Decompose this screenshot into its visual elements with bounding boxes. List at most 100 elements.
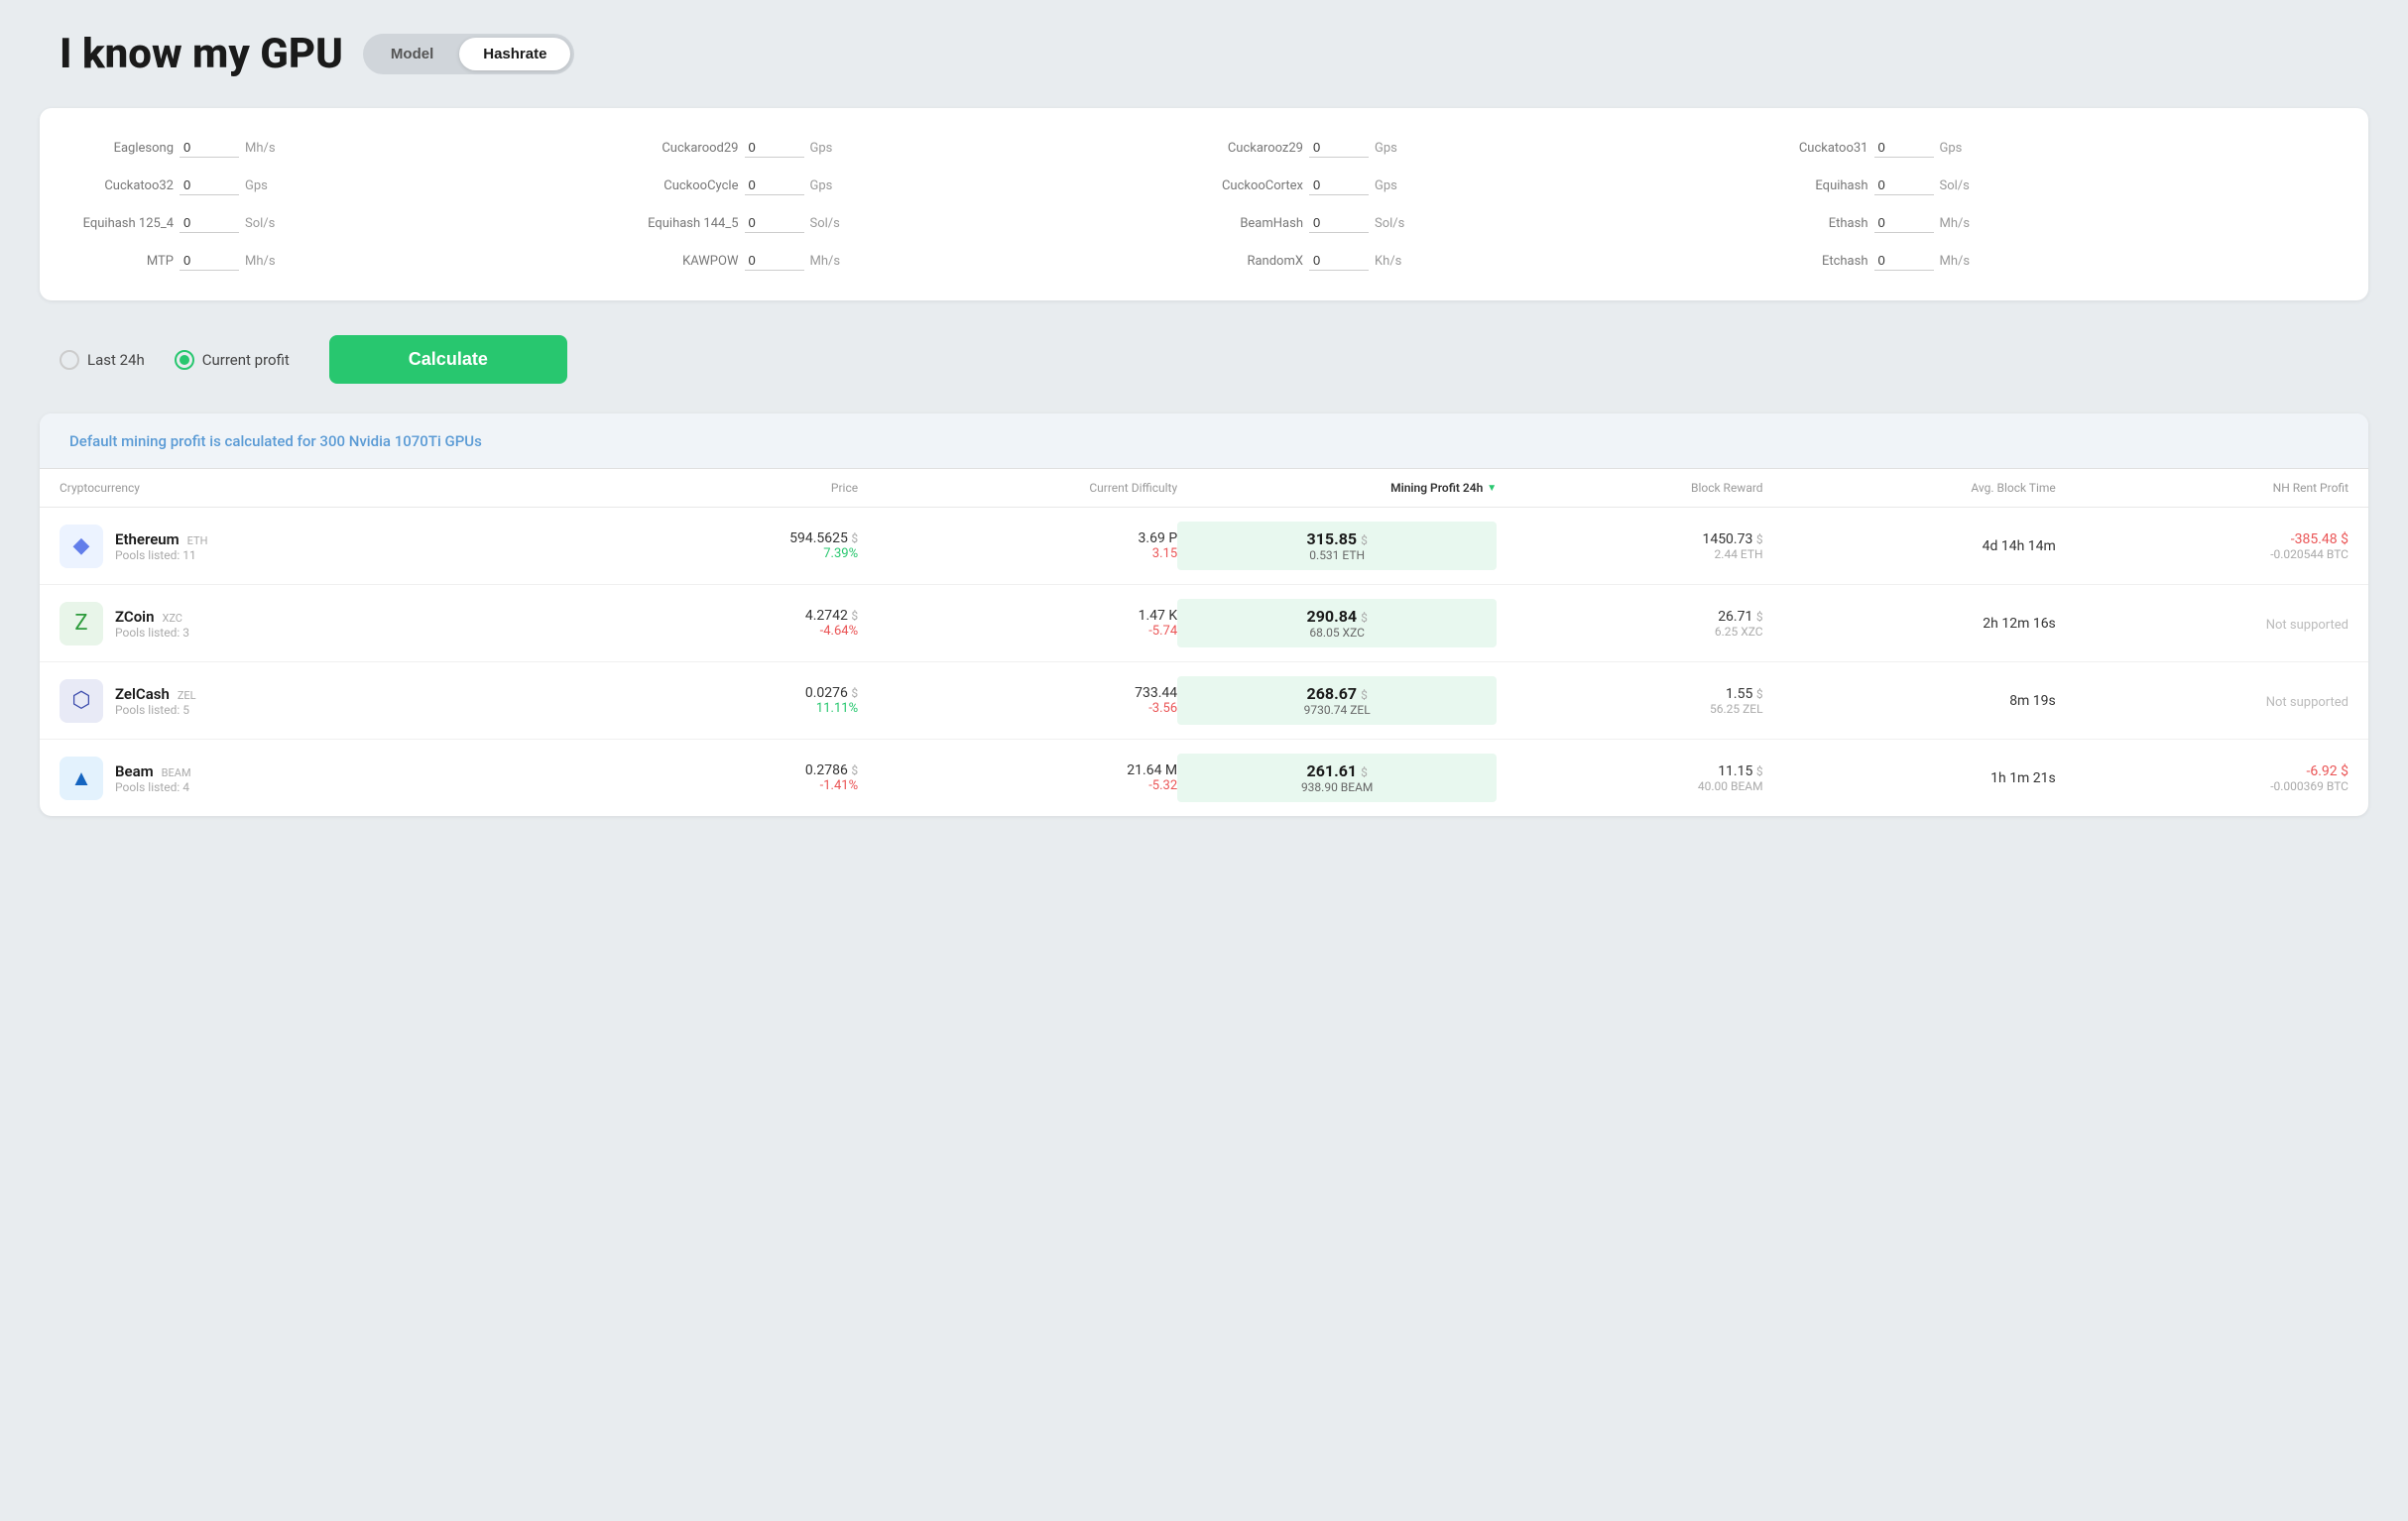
- hashrate-field-ethash: Ethash Mh/s: [1774, 213, 2330, 233]
- crypto-cell: ▲ Beam BEAM Pools listed: 4: [60, 757, 592, 800]
- hashrate-input-equihash-144_5[interactable]: [745, 213, 804, 233]
- hashrate-label: Etchash: [1774, 254, 1868, 269]
- hashrate-input-cuckoocycle[interactable]: [745, 176, 804, 195]
- results-section: Default mining profit is calculated for …: [40, 413, 2368, 816]
- crypto-pools: Pools listed: 11: [115, 548, 207, 562]
- crypto-pools: Pools listed: 4: [115, 780, 191, 794]
- hashrate-toggle-button[interactable]: Hashrate: [459, 38, 570, 70]
- hashrate-input-kawpow[interactable]: [745, 251, 804, 271]
- hashrate-input-mtp[interactable]: [180, 251, 239, 271]
- last24h-radio[interactable]: [60, 350, 79, 370]
- mining-profit-cell: 315.85 $ 0.531 ETH: [1177, 522, 1497, 570]
- hashrate-input-etchash[interactable]: [1874, 251, 1934, 271]
- not-supported-label: Not supported: [2266, 695, 2348, 710]
- current-profit-radio[interactable]: [175, 350, 194, 370]
- hashrate-unit: Sol/s: [810, 216, 840, 231]
- eth-icon: ◆: [60, 525, 103, 568]
- profit-sub: 9730.74 ZEL: [1181, 703, 1493, 717]
- table-row: ▲ Beam BEAM Pools listed: 4 0.2786 $ -1.…: [40, 740, 2368, 816]
- last24h-option[interactable]: Last 24h: [60, 350, 145, 370]
- hashrate-input-eaglesong[interactable]: [180, 138, 239, 158]
- hashrate-card: Eaglesong Mh/s Cuckarood29 Gps Cuckarooz…: [40, 108, 2368, 300]
- zelcash-icon: ⬡: [60, 679, 103, 723]
- hashrate-field-equihash-125_4: Equihash 125_4 Sol/s: [79, 213, 635, 233]
- crypto-name: ZCoin XZC: [115, 607, 189, 626]
- hashrate-field-cuckoocycle: CuckooCycle Gps: [645, 176, 1200, 195]
- block-reward-usd: 1.55 $: [1497, 686, 1762, 702]
- block-reward-cell: 1.55 $ 56.25 ZEL: [1497, 686, 1762, 716]
- hashrate-unit: Mh/s: [245, 141, 276, 156]
- nh-profit-cell: -6.92 $ -0.000369 BTC: [2056, 763, 2348, 793]
- price-change: 7.39%: [592, 546, 858, 561]
- block-reward-usd: 1450.73 $: [1497, 531, 1762, 547]
- table-row: ◆ Ethereum ETH Pools listed: 11 594.5625…: [40, 508, 2368, 585]
- col-cryptocurrency: Cryptocurrency: [60, 481, 592, 495]
- avg-block-time-cell: 4d 14h 14m: [1763, 538, 2056, 554]
- col-mining-profit[interactable]: Mining Profit 24h ▼: [1177, 481, 1497, 495]
- hashrate-input-beamhash[interactable]: [1309, 213, 1369, 233]
- hashrate-field-cuckatoo31: Cuckatoo31 Gps: [1774, 138, 2330, 158]
- nh-profit-cell: -385.48 $ -0.020544 BTC: [2056, 531, 2348, 561]
- hashrate-input-equihash[interactable]: [1874, 176, 1934, 195]
- hashrate-unit: Kh/s: [1375, 254, 1401, 269]
- price-usd: 0.2786 $: [592, 762, 858, 778]
- hashrate-unit: Sol/s: [1940, 178, 1970, 193]
- profit-main: 261.61 $: [1181, 761, 1493, 780]
- avg-block-time-cell: 2h 12m 16s: [1763, 616, 2056, 632]
- current-profit-option[interactable]: Current profit: [175, 350, 290, 370]
- hashrate-input-equihash-125_4[interactable]: [180, 213, 239, 233]
- hashrate-input-cuckarooz29[interactable]: [1309, 138, 1369, 158]
- hashrate-input-ethash[interactable]: [1874, 213, 1934, 233]
- profit-sub: 0.531 ETH: [1181, 548, 1493, 562]
- hashrate-label: KAWPOW: [645, 254, 739, 269]
- hashrate-label: Eaglesong: [79, 141, 174, 156]
- current-profit-label: Current profit: [202, 351, 290, 369]
- crypto-name: Beam BEAM: [115, 761, 191, 780]
- hashrate-unit: Gps: [810, 178, 833, 193]
- hashrate-input-cuckatoo32[interactable]: [180, 176, 239, 195]
- crypto-name: Ethereum ETH: [115, 529, 207, 548]
- hashrate-unit: Sol/s: [245, 216, 275, 231]
- price-usd: 594.5625 $: [592, 530, 858, 546]
- hashrate-input-cuckarood29[interactable]: [745, 138, 804, 158]
- price-cell: 4.2742 $ -4.64%: [592, 608, 858, 639]
- block-reward-cell: 1450.73 $ 2.44 ETH: [1497, 531, 1762, 561]
- model-toggle-button[interactable]: Model: [367, 38, 457, 70]
- nh-not-supported-cell: Not supported: [2056, 691, 2348, 710]
- price-cell: 0.0276 $ 11.11%: [592, 685, 858, 716]
- hashrate-label: MTP: [79, 254, 174, 269]
- crypto-info: ZelCash ZEL Pools listed: 5: [115, 684, 196, 717]
- price-change: 11.11%: [592, 701, 858, 716]
- hashrate-field-cuckarood29: Cuckarood29 Gps: [645, 138, 1200, 158]
- difficulty-cell: 1.47 K -5.74: [858, 608, 1177, 639]
- avg-block-time-value: 8m 19s: [1763, 693, 2056, 709]
- difficulty-change: -5.74: [858, 624, 1177, 639]
- crypto-cell: ◆ Ethereum ETH Pools listed: 11: [60, 525, 592, 568]
- price-change: -1.41%: [592, 778, 858, 793]
- beam-icon: ▲: [60, 757, 103, 800]
- profit-main: 315.85 $: [1181, 529, 1493, 548]
- zcoin-icon: Z: [60, 602, 103, 645]
- hashrate-input-randomx[interactable]: [1309, 251, 1369, 271]
- hashrate-label: Cuckatoo31: [1774, 141, 1868, 156]
- hashrate-label: CuckooCortex: [1209, 178, 1303, 193]
- difficulty-cell: 3.69 P 3.15: [858, 530, 1177, 561]
- results-header: Default mining profit is calculated for …: [40, 413, 2368, 469]
- difficulty-change: 3.15: [858, 546, 1177, 561]
- hashrate-unit: Mh/s: [1940, 216, 1971, 231]
- hashrate-input-cuckatoo31[interactable]: [1874, 138, 1934, 158]
- calculate-button[interactable]: Calculate: [329, 335, 567, 384]
- difficulty-cell: 21.64 M -5.32: [858, 762, 1177, 793]
- hashrate-field-equihash-144_5: Equihash 144_5 Sol/s: [645, 213, 1200, 233]
- hashrate-label: Equihash 144_5: [645, 216, 739, 231]
- difficulty-value: 3.69 P: [858, 530, 1177, 546]
- hashrate-unit: Gps: [1375, 178, 1397, 193]
- hashrate-field-eaglesong: Eaglesong Mh/s: [79, 138, 635, 158]
- crypto-pools: Pools listed: 3: [115, 626, 189, 640]
- hashrate-input-cuckoocortex[interactable]: [1309, 176, 1369, 195]
- col-nh-rent-profit: NH Rent Profit: [2056, 481, 2348, 495]
- mining-profit-cell: 290.84 $ 68.05 XZC: [1177, 599, 1497, 647]
- hashrate-unit: Mh/s: [1940, 254, 1971, 269]
- hashrate-field-cuckarooz29: Cuckarooz29 Gps: [1209, 138, 1764, 158]
- table-row: ⬡ ZelCash ZEL Pools listed: 5 0.0276 $ 1…: [40, 662, 2368, 740]
